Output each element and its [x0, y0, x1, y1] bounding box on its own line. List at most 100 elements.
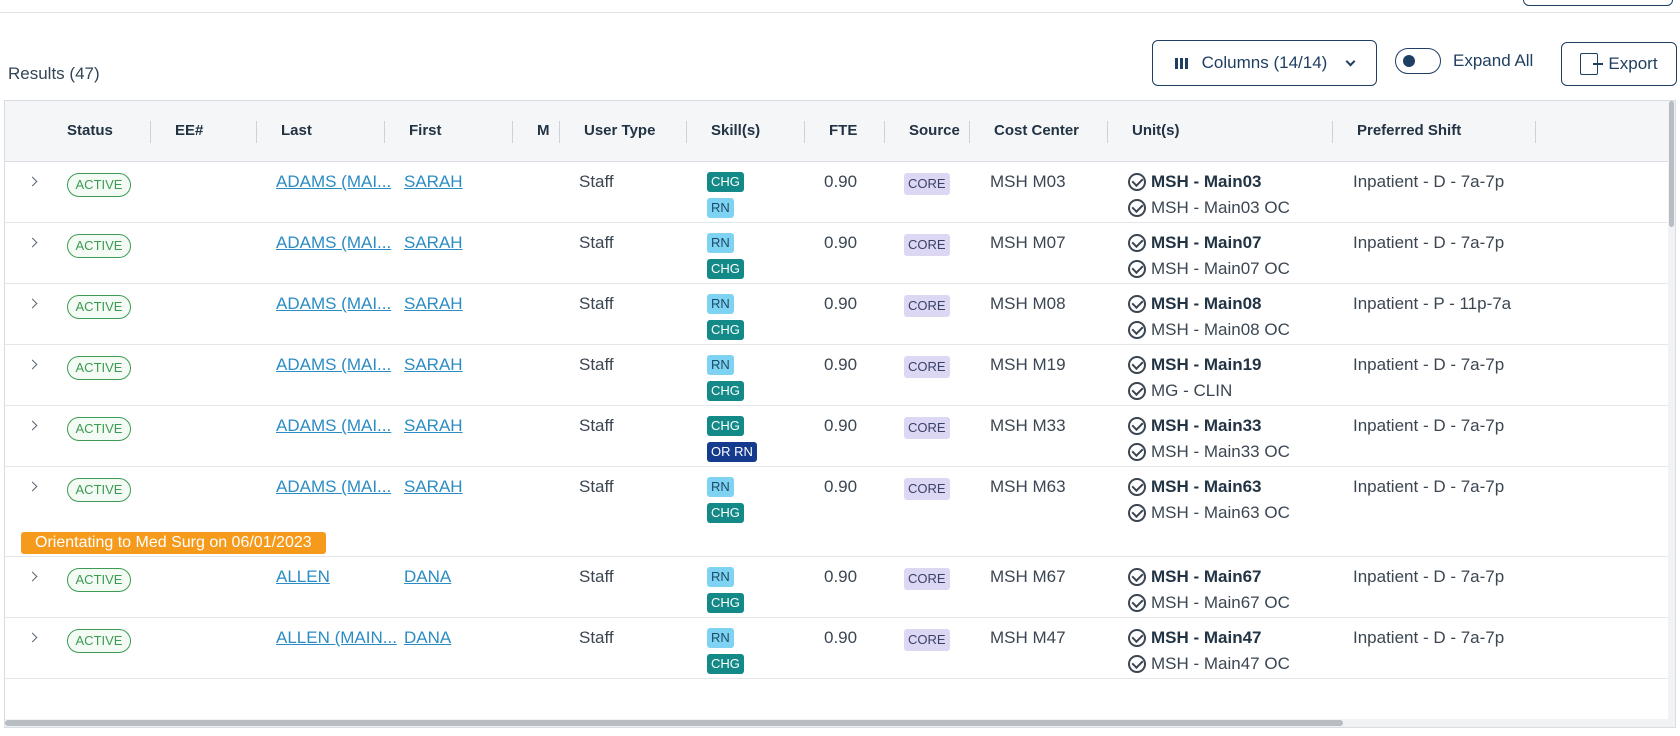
last-name-link[interactable]: ALLEN (MAIN... — [276, 628, 397, 648]
header-user-type[interactable]: User Type — [584, 122, 655, 139]
last-name-link[interactable]: ADAMS (MAI... — [276, 233, 391, 253]
last-name-link[interactable]: ADAMS (MAI... — [276, 172, 391, 192]
skill-badge: RN — [707, 628, 734, 648]
expand-all-label: Expand All — [1453, 51, 1534, 70]
preferred-shift: Inpatient - D - 7a-7p — [1353, 416, 1505, 435]
fte-value: 0.90 — [824, 567, 858, 586]
header-units[interactable]: Unit(s) — [1132, 122, 1180, 139]
skill-badge: RN — [707, 477, 734, 497]
export-button[interactable]: Export — [1561, 42, 1677, 86]
first-name-link[interactable]: SARAH — [404, 355, 463, 375]
expand-all-control[interactable]: Expand All — [1395, 48, 1533, 74]
verified-icon — [1128, 504, 1146, 522]
unit-secondary-label: MSH - Main67 OC — [1151, 593, 1290, 612]
verified-icon — [1128, 321, 1146, 339]
expand-all-toggle[interactable] — [1395, 48, 1441, 74]
skill-badge: CHG — [707, 172, 744, 192]
first-name-link[interactable]: SARAH — [404, 294, 463, 314]
skill-badge: CHG — [707, 503, 744, 523]
first-name-link[interactable]: SARAH — [404, 416, 463, 436]
unit-primary: MSH - Main67 — [1128, 567, 1262, 587]
last-name-link[interactable]: ADAMS (MAI... — [276, 477, 391, 497]
skill-badge: RN — [707, 294, 734, 314]
unit-primary-label: MSH - Main63 — [1151, 477, 1262, 496]
header-first[interactable]: First — [409, 122, 442, 139]
verified-icon — [1128, 478, 1146, 496]
verified-icon — [1128, 443, 1146, 461]
unit-secondary-label: MSH - Main03 OC — [1151, 198, 1290, 217]
chevron-right-icon[interactable] — [27, 237, 38, 248]
header-cost-center[interactable]: Cost Center — [994, 122, 1079, 139]
table-row: ACTIVE ADAMS (MAI... SARAH Staff RN CHG 0.90 CO… — [5, 284, 1675, 345]
verified-icon — [1128, 199, 1146, 217]
first-name-link[interactable]: SARAH — [404, 477, 463, 497]
unit-secondary-label: MSH - Main47 OC — [1151, 654, 1290, 673]
verified-icon — [1128, 173, 1146, 191]
horizontal-scroll-thumb[interactable] — [5, 720, 1343, 726]
unit-primary: MSH - Main19 — [1128, 355, 1262, 375]
columns-button[interactable]: Columns (14/14) — [1152, 40, 1377, 86]
header-source[interactable]: Source — [909, 122, 960, 139]
chevron-right-icon[interactable] — [27, 571, 38, 582]
unit-secondary-label: MSH - Main08 OC — [1151, 320, 1290, 339]
source-badge: CORE — [904, 629, 950, 651]
skill-badge: CHG — [707, 416, 744, 436]
header-skills[interactable]: Skill(s) — [711, 122, 760, 139]
source-badge: CORE — [904, 417, 950, 439]
table-row: ACTIVE ALLEN (MAIN... DANA Staff RN CHG 0.90 CO… — [5, 618, 1675, 679]
last-name-link[interactable]: ALLEN — [276, 567, 330, 587]
header-middle[interactable]: M — [537, 122, 550, 139]
cost-center: MSH M03 — [990, 172, 1066, 191]
unit-secondary: MSH - Main03 OC — [1128, 198, 1290, 218]
user-type: Staff — [579, 355, 614, 374]
header-preferred-shift[interactable]: Preferred Shift — [1357, 122, 1461, 139]
unit-primary: MSH - Main08 — [1128, 294, 1262, 314]
preferred-shift: Inpatient - D - 7a-7p — [1353, 628, 1505, 647]
status-badge: ACTIVE — [67, 568, 131, 592]
top-button-partial[interactable] — [1523, 0, 1673, 6]
fte-value: 0.90 — [824, 233, 858, 252]
fte-value: 0.90 — [824, 294, 858, 313]
chevron-right-icon[interactable] — [27, 481, 38, 492]
table-header: Status EE# Last First M User Type Skill(… — [5, 101, 1675, 162]
unit-primary: MSH - Main33 — [1128, 416, 1262, 436]
header-last[interactable]: Last — [281, 122, 312, 139]
chevron-right-icon[interactable] — [27, 298, 38, 309]
status-badge: ACTIVE — [67, 478, 131, 502]
first-name-link[interactable]: DANA — [404, 567, 451, 587]
fte-value: 0.90 — [824, 416, 858, 435]
fte-value: 0.90 — [824, 355, 858, 374]
source-badge: CORE — [904, 295, 950, 317]
last-name-link[interactable]: ADAMS (MAI... — [276, 416, 391, 436]
vertical-scrollbar[interactable] — [1668, 101, 1675, 727]
header-fte[interactable]: FTE — [829, 122, 857, 139]
table-row: ACTIVE ALLEN DANA Staff RN CHG 0.90 CORE MSH M67… — [5, 557, 1675, 618]
status-badge: ACTIVE — [67, 417, 131, 441]
unit-primary: MSH - Main07 — [1128, 233, 1262, 253]
unit-primary-label: MSH - Main47 — [1151, 628, 1262, 647]
source-badge: CORE — [904, 568, 950, 590]
unit-secondary: MSH - Main67 OC — [1128, 593, 1290, 613]
source-badge: CORE — [904, 173, 950, 195]
header-ee[interactable]: EE# — [175, 122, 203, 139]
unit-primary-label: MSH - Main67 — [1151, 567, 1262, 586]
header-status[interactable]: Status — [67, 122, 113, 139]
first-name-link[interactable]: SARAH — [404, 233, 463, 253]
chevron-right-icon[interactable] — [27, 359, 38, 370]
status-badge: ACTIVE — [67, 295, 131, 319]
results-count: Results (47) — [8, 64, 100, 83]
table-row: ACTIVE ADAMS (MAI... SARAH Staff CHG RN 0.90 CO… — [5, 162, 1675, 223]
chevron-right-icon[interactable] — [27, 176, 38, 187]
first-name-link[interactable]: SARAH — [404, 172, 463, 192]
vertical-scroll-thumb[interactable] — [1669, 101, 1674, 227]
first-name-link[interactable]: DANA — [404, 628, 451, 648]
chevron-right-icon[interactable] — [27, 420, 38, 431]
top-divider — [0, 12, 1680, 13]
cost-center: MSH M33 — [990, 416, 1066, 435]
unit-primary-label: MSH - Main07 — [1151, 233, 1262, 252]
last-name-link[interactable]: ADAMS (MAI... — [276, 355, 391, 375]
last-name-link[interactable]: ADAMS (MAI... — [276, 294, 391, 314]
status-badge: ACTIVE — [67, 356, 131, 380]
chevron-right-icon[interactable] — [27, 632, 38, 643]
horizontal-scrollbar[interactable] — [5, 719, 1675, 727]
